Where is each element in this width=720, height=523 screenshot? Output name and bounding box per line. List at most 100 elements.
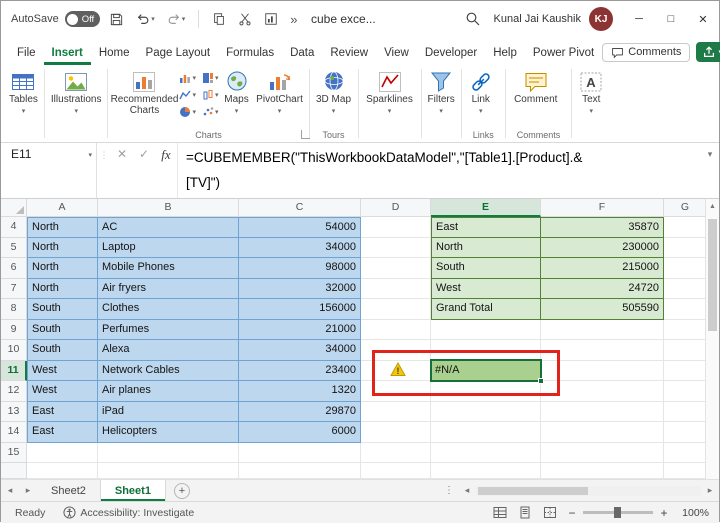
comments-button[interactable]: Comments — [602, 43, 690, 62]
charts-dialog-launcher[interactable] — [301, 130, 310, 139]
cell-C13[interactable]: 29870 — [239, 402, 361, 423]
row-header-13[interactable]: 13 — [1, 402, 27, 423]
comment-button[interactable]: Comment — [509, 67, 563, 106]
ribbon-tab-data[interactable]: Data — [282, 42, 322, 65]
cell-E6[interactable]: South — [431, 258, 541, 279]
column-header-B[interactable]: B — [98, 199, 239, 217]
ribbon-tab-developer[interactable]: Developer — [417, 42, 485, 65]
cell-B15[interactable] — [98, 443, 239, 464]
cell-G4[interactable] — [664, 217, 707, 238]
sheet-tab-sheet2[interactable]: Sheet2 — [37, 480, 101, 501]
cell-A4[interactable]: North — [27, 217, 98, 238]
cell-C15[interactable] — [239, 443, 361, 464]
cell-B13[interactable]: iPad — [98, 402, 239, 423]
cell-C6[interactable]: 98000 — [239, 258, 361, 279]
cell-F12[interactable] — [541, 381, 664, 402]
user-name[interactable]: Kunal Jai Kaushik — [494, 13, 581, 25]
insert-function-button[interactable]: fx — [155, 147, 177, 163]
fill-handle[interactable] — [538, 378, 544, 384]
cell-G12[interactable] — [664, 381, 707, 402]
formula-input[interactable]: =CUBEMEMBER("ThisWorkbookDataModel","[Ta… — [177, 143, 701, 198]
cell-C7[interactable]: 32000 — [239, 279, 361, 300]
autosave-toggle[interactable]: Off — [65, 11, 101, 27]
row-header-10[interactable]: 10 — [1, 340, 27, 361]
ribbon-tab-page-layout[interactable]: Page Layout — [138, 42, 219, 65]
cell-B7[interactable]: Air fryers — [98, 279, 239, 300]
redo-button[interactable]: ▾ — [164, 10, 189, 28]
cell-A10[interactable]: South — [27, 340, 98, 361]
document-title[interactable]: cube exce... — [311, 1, 376, 37]
cell-C4[interactable]: 54000 — [239, 217, 361, 238]
cell-G-partial[interactable] — [664, 463, 707, 479]
cell-D6[interactable] — [361, 258, 431, 279]
row-header-8[interactable]: 8 — [1, 299, 27, 320]
scatter-chart-button[interactable]: ▾ — [201, 105, 220, 119]
row-header-12[interactable]: 12 — [1, 381, 27, 402]
cell-C8[interactable]: 156000 — [239, 299, 361, 320]
cell-D10[interactable] — [361, 340, 431, 361]
text-button[interactable]: A Text ▾ — [575, 67, 607, 115]
cell-F11[interactable] — [541, 361, 664, 382]
column-header-E[interactable]: E — [431, 199, 541, 217]
enter-button[interactable]: ✓ — [133, 147, 155, 161]
cell-D8[interactable] — [361, 299, 431, 320]
cell-A-partial[interactable] — [27, 463, 98, 479]
close-button[interactable]: ✕ — [687, 1, 719, 37]
cell-C5[interactable]: 34000 — [239, 238, 361, 259]
column-header-D[interactable]: D — [361, 199, 431, 217]
cell-G15[interactable] — [664, 443, 707, 464]
cell-D15[interactable] — [361, 443, 431, 464]
sheet-nav-left-icon[interactable]: ◂ — [1, 480, 19, 501]
cell-B6[interactable]: Mobile Phones — [98, 258, 239, 279]
ribbon-tab-insert[interactable]: Insert — [44, 42, 91, 65]
illustrations-button[interactable]: Illustrations ▾ — [48, 67, 105, 115]
undo-button[interactable]: ▾ — [133, 10, 158, 28]
cell-A15[interactable] — [27, 443, 98, 464]
cell-A7[interactable]: North — [27, 279, 98, 300]
cell-G9[interactable] — [664, 320, 707, 341]
cell-D12[interactable] — [361, 381, 431, 402]
toolbar-overflow-button[interactable]: » — [287, 10, 300, 29]
cell-E11[interactable]: #N/A — [431, 361, 541, 382]
ribbon-tab-home[interactable]: Home — [91, 42, 138, 65]
row-header-15[interactable]: 15 — [1, 443, 27, 464]
cell-F6[interactable]: 215000 — [541, 258, 664, 279]
cell-G6[interactable] — [664, 258, 707, 279]
save-button[interactable] — [106, 10, 127, 29]
share-button[interactable]: ▾ — [696, 42, 720, 62]
cell-C-partial[interactable] — [239, 463, 361, 479]
cell-B11[interactable]: Network Cables — [98, 361, 239, 382]
maps-button[interactable]: Maps ▾ — [221, 67, 253, 115]
cell-G14[interactable] — [664, 422, 707, 443]
sheet-tab-sheet1[interactable]: Sheet1 — [101, 480, 166, 501]
copy-button[interactable] — [209, 10, 229, 28]
cell-E14[interactable] — [431, 422, 541, 443]
page-layout-view-button[interactable] — [516, 504, 534, 522]
horizontal-scrollbar[interactable] — [476, 486, 701, 496]
cell-B8[interactable]: Clothes — [98, 299, 239, 320]
hierarchy-chart-button[interactable]: ▾ — [201, 71, 220, 85]
column-header-F[interactable]: F — [541, 199, 664, 217]
column-header-G[interactable]: G — [664, 199, 707, 217]
cell-A12[interactable]: West — [27, 381, 98, 402]
zoom-out-button[interactable]: − — [566, 506, 578, 520]
zoom-in-button[interactable]: + — [658, 506, 670, 520]
cell-A11[interactable]: West — [27, 361, 98, 382]
line-chart-button[interactable]: ▾ — [178, 88, 197, 102]
accessibility-checker[interactable]: Accessibility: Investigate — [63, 506, 194, 519]
vertical-scrollbar[interactable]: ▲ — [705, 199, 719, 479]
cell-A13[interactable]: East — [27, 402, 98, 423]
cell-C11[interactable]: 23400 — [239, 361, 361, 382]
cell-E7[interactable]: West — [431, 279, 541, 300]
row-header-11[interactable]: 11 — [1, 361, 27, 382]
cell-E4[interactable]: East — [431, 217, 541, 238]
cell-D5[interactable] — [361, 238, 431, 259]
sheet-nav-right-icon[interactable]: ▸ — [19, 480, 37, 501]
pivotchart-button[interactable]: PivotChart ▾ — [254, 67, 306, 115]
ribbon-tab-power-pivot[interactable]: Power Pivot — [525, 42, 602, 65]
cancel-button[interactable]: ✕ — [111, 147, 133, 161]
map-3d-button[interactable]: 3D Map ▾ — [313, 67, 355, 115]
cell-F13[interactable] — [541, 402, 664, 423]
column-header-C[interactable]: C — [239, 199, 361, 217]
statistic-chart-button[interactable]: ▾ — [201, 88, 220, 102]
